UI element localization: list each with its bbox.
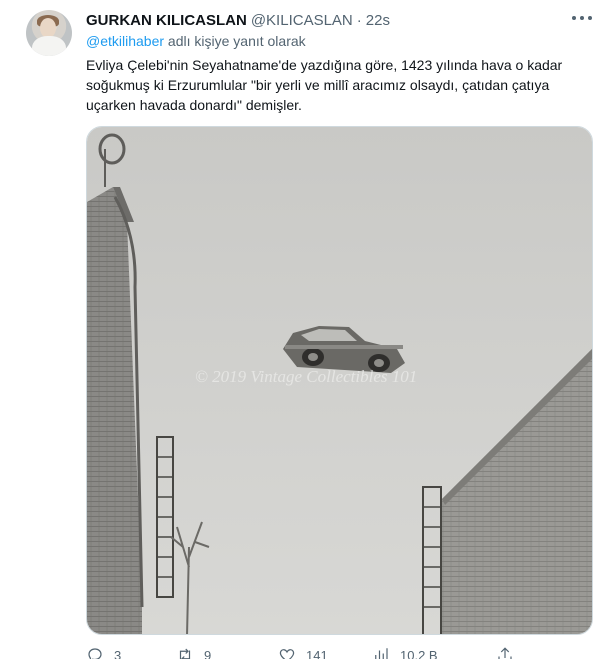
image-watermark: © 2019 Vintage Collectibles 101 [195,367,417,386]
action-bar: 3 9 141 10,2 B [86,646,516,659]
separator-dot: · [356,11,362,29]
views-button[interactable]: 10,2 B [372,646,438,659]
tweet-header: GURKAN KILICASLAN @KILICASLAN · 22s [86,10,390,30]
reply-icon [88,648,102,659]
avatar-body [32,36,66,56]
user-handle[interactable]: @KILICASLAN [251,12,353,29]
retweet-icon [179,648,191,659]
more-options-icon[interactable] [572,14,592,22]
share-button[interactable] [496,646,514,659]
views-count: 10,2 B [400,647,438,659]
avatar-face [40,18,56,38]
share-icon [498,647,512,659]
timestamp[interactable]: 22s [366,12,390,29]
display-name[interactable]: GURKAN KILICASLAN [86,12,247,29]
tweet[interactable]: GURKAN KILICASLAN @KILICASLAN · 22s @etk… [0,0,608,659]
like-button[interactable]: 141 [278,646,328,659]
views-icon [375,648,388,659]
tweet-text: Evliya Çelebi'nin Seyahatname'de yazdığı… [86,57,563,113]
reply-context: @etkilihaber adlı kişiye yanıt olarak [86,33,306,49]
reply-count: 3 [114,647,122,659]
heart-icon [279,649,295,659]
avatar[interactable] [26,10,72,56]
tweet-image[interactable]: © 2019 Vintage Collectibles 101 [86,126,593,635]
reply-context-label: adlı kişiye yanıt olarak [164,33,306,49]
retweet-button[interactable]: 9 [176,646,211,659]
reply-button[interactable]: 3 [86,646,121,659]
retweet-count: 9 [204,647,212,659]
like-count: 141 [306,647,328,659]
reply-mention-link[interactable]: @etkilihaber [86,33,164,49]
